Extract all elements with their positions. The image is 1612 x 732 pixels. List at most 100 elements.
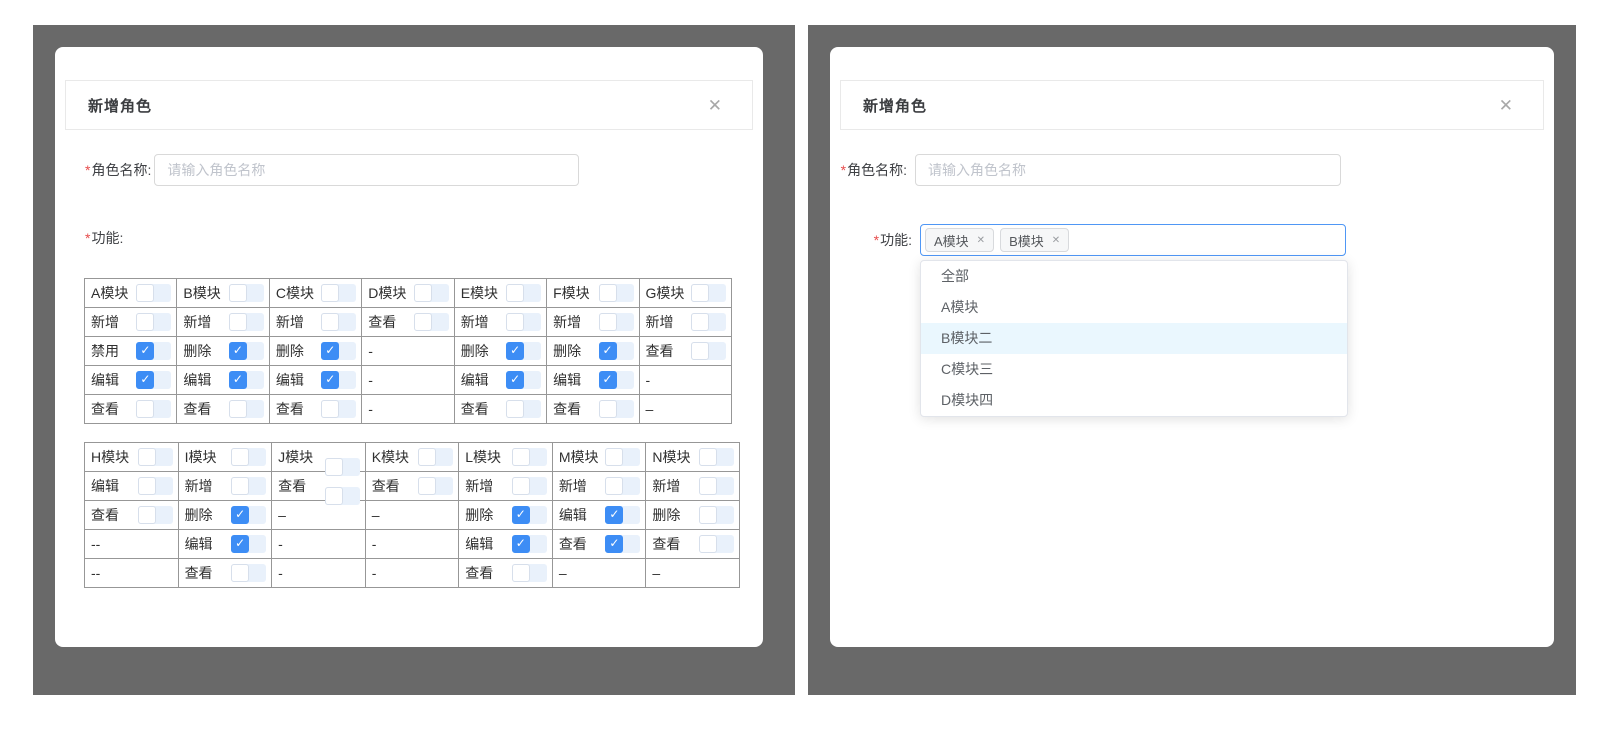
permission-checkbox[interactable]: ✓: [321, 371, 357, 389]
permission-checkbox[interactable]: ✓: [605, 506, 641, 524]
permission-checkbox[interactable]: [605, 448, 641, 466]
perm-name: 删除: [460, 343, 489, 359]
permission-checkbox[interactable]: [324, 458, 360, 476]
role-name-row: *角色名称:: [830, 154, 1341, 186]
permission-checkbox[interactable]: [598, 400, 634, 418]
dropdown-option[interactable]: C模块三: [921, 354, 1347, 385]
permission-checkbox[interactable]: [413, 313, 449, 331]
perm-cell: 新增: [645, 471, 740, 501]
feature-multiselect[interactable]: A模块 ✕ B模块 ✕: [920, 224, 1346, 256]
permission-checkbox[interactable]: [691, 313, 726, 331]
module-header-cell: E模块: [453, 278, 548, 308]
permission-checkbox[interactable]: [231, 564, 267, 582]
dropdown-option[interactable]: 全部: [921, 261, 1347, 292]
permission-checkbox[interactable]: ✓: [511, 506, 547, 524]
perm-name: –: [371, 507, 380, 523]
checkbox-unchecked-icon: [136, 313, 155, 331]
checkbox-unchecked-icon: [231, 448, 250, 466]
checkbox-unchecked-icon: [511, 448, 530, 466]
permission-checkbox[interactable]: [511, 448, 547, 466]
checkbox-checked-icon: ✓: [231, 506, 250, 524]
checkbox-unchecked-icon: [231, 477, 250, 495]
perm-cell: 禁用 ✓: [83, 336, 178, 366]
role-name-row: *角色名称:: [85, 154, 580, 186]
perm-cell: 查看: [458, 558, 553, 588]
close-icon[interactable]: ✕: [1499, 97, 1513, 114]
permission-checkbox[interactable]: [506, 313, 542, 331]
permission-checkbox[interactable]: ✓: [231, 535, 267, 553]
permission-checkbox[interactable]: [137, 506, 173, 524]
permission-checkbox[interactable]: [699, 506, 734, 524]
perm-name: 查看: [645, 343, 674, 359]
dropdown-option[interactable]: D模块四: [921, 385, 1347, 416]
permission-checkbox[interactable]: [137, 448, 173, 466]
permission-checkbox[interactable]: [231, 448, 267, 466]
checkbox-checked-icon: ✓: [231, 535, 250, 553]
required-asterisk: *: [840, 162, 847, 178]
perm-name: 编辑: [553, 372, 582, 388]
permission-checkbox[interactable]: [418, 477, 454, 495]
tag-remove-icon[interactable]: ✕: [1052, 235, 1060, 246]
permission-checkbox[interactable]: ✓: [598, 371, 634, 389]
dropdown-option[interactable]: B模块二: [921, 323, 1347, 354]
permission-checkbox[interactable]: ✓: [321, 342, 357, 360]
permission-checkbox[interactable]: ✓: [231, 506, 267, 524]
permission-checkbox[interactable]: [605, 477, 641, 495]
checkbox-unchecked-icon: [321, 400, 340, 418]
perm-cell: 查看: [453, 394, 548, 424]
permission-checkbox[interactable]: [137, 477, 173, 495]
perm-name: 删除: [183, 343, 212, 359]
permission-checkbox[interactable]: [324, 487, 360, 505]
permission-checkbox[interactable]: ✓: [598, 342, 634, 360]
permission-checkbox[interactable]: [506, 400, 542, 418]
perm-cell: -: [361, 336, 455, 366]
permission-checkbox[interactable]: ✓: [228, 371, 264, 389]
permission-checkbox[interactable]: [321, 313, 357, 331]
dropdown-option[interactable]: A模块: [921, 292, 1347, 323]
perm-cell: 新增: [453, 307, 548, 337]
module-header-cell: A模块: [83, 278, 178, 308]
permission-checkbox[interactable]: ✓: [506, 342, 542, 360]
permission-checkbox[interactable]: ✓: [136, 342, 172, 360]
permission-checkbox[interactable]: [136, 284, 172, 302]
checkbox-checked-icon: ✓: [598, 371, 617, 389]
permission-checkbox[interactable]: [413, 284, 449, 302]
checkbox-unchecked-icon: [699, 448, 717, 466]
permission-checkbox[interactable]: [321, 284, 357, 302]
permission-checkbox[interactable]: [691, 284, 726, 302]
perm-cell: 编辑 ✓: [453, 365, 548, 395]
permission-checkbox[interactable]: [136, 313, 172, 331]
checkbox-unchecked-icon: [506, 313, 525, 331]
permission-checkbox[interactable]: [598, 313, 634, 331]
checkbox-unchecked-icon: [413, 313, 432, 331]
permission-checkbox[interactable]: [321, 400, 357, 418]
module-header-cell: G模块: [638, 278, 733, 308]
permission-checkbox[interactable]: [136, 400, 172, 418]
selected-tag: A模块 ✕: [925, 228, 995, 252]
permission-checkbox[interactable]: ✓: [605, 535, 641, 553]
permission-checkbox[interactable]: [228, 400, 264, 418]
checkbox-checked-icon: ✓: [136, 371, 155, 389]
perm-name: 编辑: [91, 478, 119, 494]
permission-checkbox[interactable]: ✓: [506, 371, 542, 389]
permission-checkbox[interactable]: [228, 284, 264, 302]
permission-checkbox[interactable]: ✓: [136, 371, 172, 389]
permission-checkbox[interactable]: [228, 313, 264, 331]
permission-checkbox[interactable]: [699, 535, 734, 553]
permission-checkbox[interactable]: [699, 477, 734, 495]
tag-remove-icon[interactable]: ✕: [977, 235, 985, 246]
permission-checkbox[interactable]: [691, 342, 726, 360]
permission-checkbox[interactable]: [699, 448, 734, 466]
role-name-input[interactable]: [915, 154, 1341, 186]
permission-checkbox[interactable]: [598, 284, 634, 302]
permission-checkbox[interactable]: ✓: [511, 535, 547, 553]
permission-checkbox[interactable]: [231, 477, 267, 495]
permission-checkbox[interactable]: [511, 564, 547, 582]
permission-checkbox[interactable]: ✓: [228, 342, 264, 360]
permission-checkbox[interactable]: [418, 448, 454, 466]
role-name-input[interactable]: [154, 154, 580, 186]
perm-cell: 删除 ✓: [546, 336, 640, 366]
permission-checkbox[interactable]: [506, 284, 542, 302]
close-icon[interactable]: ✕: [708, 97, 722, 114]
permission-checkbox[interactable]: [511, 477, 547, 495]
